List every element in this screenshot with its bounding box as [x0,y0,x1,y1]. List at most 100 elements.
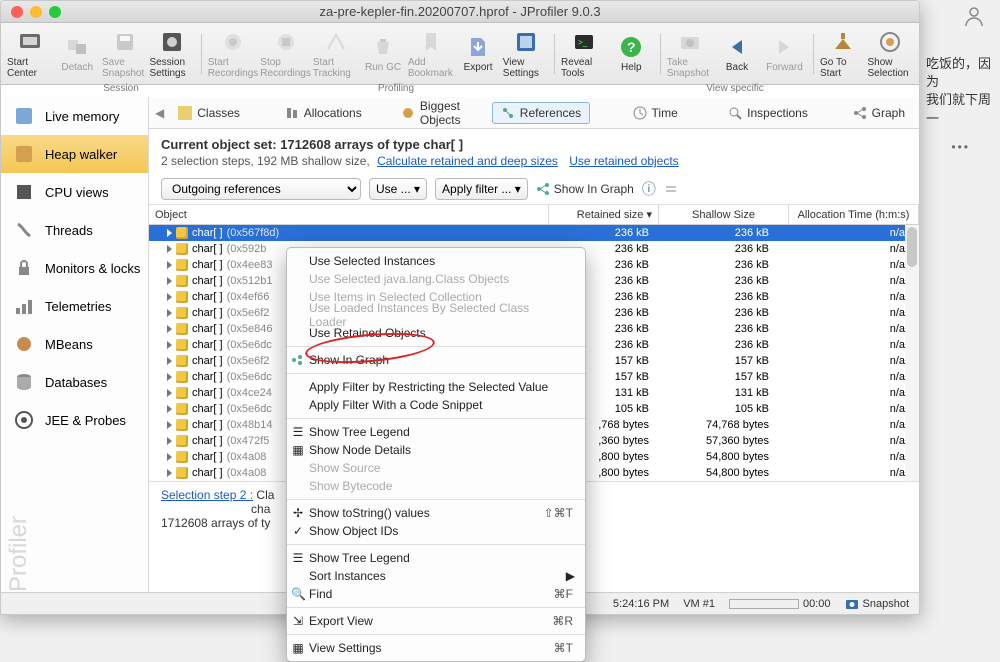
vertical-scrollbar[interactable] [905,225,919,481]
show-in-graph-link[interactable]: Show In Graph [536,182,634,196]
object-icon [176,371,188,383]
tab-inspections[interactable]: Inspections [720,103,816,123]
mi-find[interactable]: 🔍 Find⌘F [287,585,585,603]
object-icon [176,323,188,335]
sidebar: Live memory Heap walker CPU views Thread… [1,97,149,614]
status-vm: VM #1 [683,598,715,610]
mi-apply-snippet[interactable]: Apply Filter With a Code Snippet [287,396,585,414]
ellipsis-icon[interactable]: ••• [951,140,970,154]
apply-filter-button[interactable]: Apply filter ... ▾ [435,178,528,200]
tab-time[interactable]: Time [625,103,686,123]
link-use-retained[interactable]: Use retained objects [569,154,678,168]
sidebar-item-live-memory[interactable]: Live memory [1,97,148,135]
object-icon [176,467,188,479]
help-button[interactable]: ? Help [609,27,654,81]
start-center-button[interactable]: Start Center [7,27,52,81]
mi-show-node-details[interactable]: ▦ Show Node Details [287,441,585,459]
brand-label: JProfiler [5,516,33,604]
window-titlebar: za-pre-kepler-fin.20200707.hprof - JProf… [1,1,919,23]
find-icon: 🔍 [291,587,305,601]
text-icon: ✢ [291,506,305,520]
status-time: 5:24:16 PM [613,598,669,610]
tab-allocations[interactable]: Allocations [277,103,370,123]
col-shallow[interactable]: Shallow Size [659,205,789,224]
sidebar-item-monitors-locks[interactable]: Monitors & locks [1,249,148,287]
run-gc-button: Run GC [360,27,405,81]
col-retained[interactable]: Retained size ▾ [549,205,659,224]
use-button[interactable]: Use ... ▾ [369,178,427,200]
legend-icon: ☰ [291,425,305,439]
sidebar-item-databases[interactable]: Databases [1,363,148,401]
object-icon [176,387,188,399]
forward-button: Forward [762,27,807,81]
sidebar-item-jee-probes[interactable]: JEE & Probes [1,401,148,439]
settings-icon: ▦ [291,641,305,655]
object-icon [176,227,188,239]
back-button[interactable]: Back [714,27,759,81]
status-snapshot: Snapshot [845,598,909,610]
reveal-tools-button[interactable]: >_ Reveal Tools [561,27,606,81]
main-toolbar: Start Center Detach Save Snapshot Sessio… [1,23,919,85]
table-header: Object Retained size ▾ Shallow Size Allo… [149,205,919,225]
status-progress: 00:00 [729,598,831,610]
sidebar-item-heap-walker[interactable]: Heap walker [1,135,148,173]
graph-icon [291,354,305,366]
start-tracking-button: Start Tracking [313,27,358,81]
go-to-start-button[interactable]: Go To Start [820,27,865,81]
caret-left-icon[interactable]: ◀ [155,106,164,120]
sidebar-item-mbeans[interactable]: MBeans [1,325,148,363]
controls-bar: Outgoing references Use ... ▾ Apply filt… [149,172,919,205]
object-icon [176,259,188,271]
table-row[interactable]: char[ ] (0x567f8d)236 kB236 kBn/a [149,225,919,241]
object-icon [176,275,188,287]
mi-show-object-ids[interactable]: ✓ Show Object IDs [287,522,585,540]
link-calc-retained[interactable]: Calculate retained and deep sizes [377,154,558,168]
mi-use-retained[interactable]: Use Retained Objects [287,324,585,342]
tab-biggest-objects[interactable]: Biggest Objects [393,97,469,130]
mi-use-loaded-instances: Use Loaded Instances By Selected Class L… [287,306,585,324]
references-select[interactable]: Outgoing references [161,178,361,200]
context-menu: Use Selected Instances Use Selected java… [286,247,586,662]
detach-button: Detach [54,27,99,81]
svg-text:?: ? [627,39,636,55]
sidebar-item-threads[interactable]: Threads [1,211,148,249]
add-bookmark-button: Add Bookmark [408,27,453,81]
tab-classes[interactable]: Classes [170,103,248,123]
toolbar-groups: Session Profiling View specific [1,83,919,97]
show-selection-button[interactable]: Show Selection [867,27,912,81]
export-button[interactable]: Export [455,27,500,81]
mi-use-selected-instances[interactable]: Use Selected Instances [287,252,585,270]
save-snapshot-button: Save Snapshot [102,27,147,81]
col-alloc[interactable]: Allocation Time (h:m:s) [789,205,919,224]
object-icon [176,419,188,431]
object-icon [176,355,188,367]
export-icon: ⇲ [291,614,305,628]
expand-icon[interactable] [664,182,678,196]
mi-show-tree-legend-2[interactable]: ☰ Show Tree Legend [287,549,585,567]
stop-recordings-button: Stop Recordings [260,27,311,81]
info-icon[interactable]: ⓘ [642,179,656,199]
start-recordings-button: Start Recordings [208,27,259,81]
session-settings-button[interactable]: Session Settings [149,27,194,81]
window-title: za-pre-kepler-fin.20200707.hprof - JProf… [1,4,919,19]
tab-references[interactable]: References [492,102,590,124]
mi-show-in-graph[interactable]: Show In Graph [287,351,585,369]
mi-show-source: Show Source [287,459,585,477]
mi-view-settings[interactable]: ▦ View Settings⌘T [287,639,585,657]
sidebar-item-telemetries[interactable]: Telemetries [1,287,148,325]
mi-show-bytecode: Show Bytecode [287,477,585,495]
object-icon [176,435,188,447]
sidebar-item-cpu-views[interactable]: CPU views [1,173,148,211]
selection-step-link[interactable]: Selection step 2 : [161,488,253,502]
external-text: 吃饭的，因为我们就下周一 [926,55,996,128]
mi-show-tostring[interactable]: ✢ Show toString() values⇧⌘T [287,504,585,522]
mi-show-tree-legend[interactable]: ☰ Show Tree Legend [287,423,585,441]
object-icon [176,243,188,255]
mi-apply-restrict[interactable]: Apply Filter by Restricting the Selected… [287,378,585,396]
take-snapshot-button: Take Snapshot [667,27,712,81]
view-settings-button[interactable]: View Settings [503,27,548,81]
mi-sort-instances[interactable]: Sort Instances▶ [287,567,585,585]
object-icon [176,307,188,319]
tab-graph[interactable]: Graph [845,103,913,123]
col-object[interactable]: Object [149,205,549,224]
